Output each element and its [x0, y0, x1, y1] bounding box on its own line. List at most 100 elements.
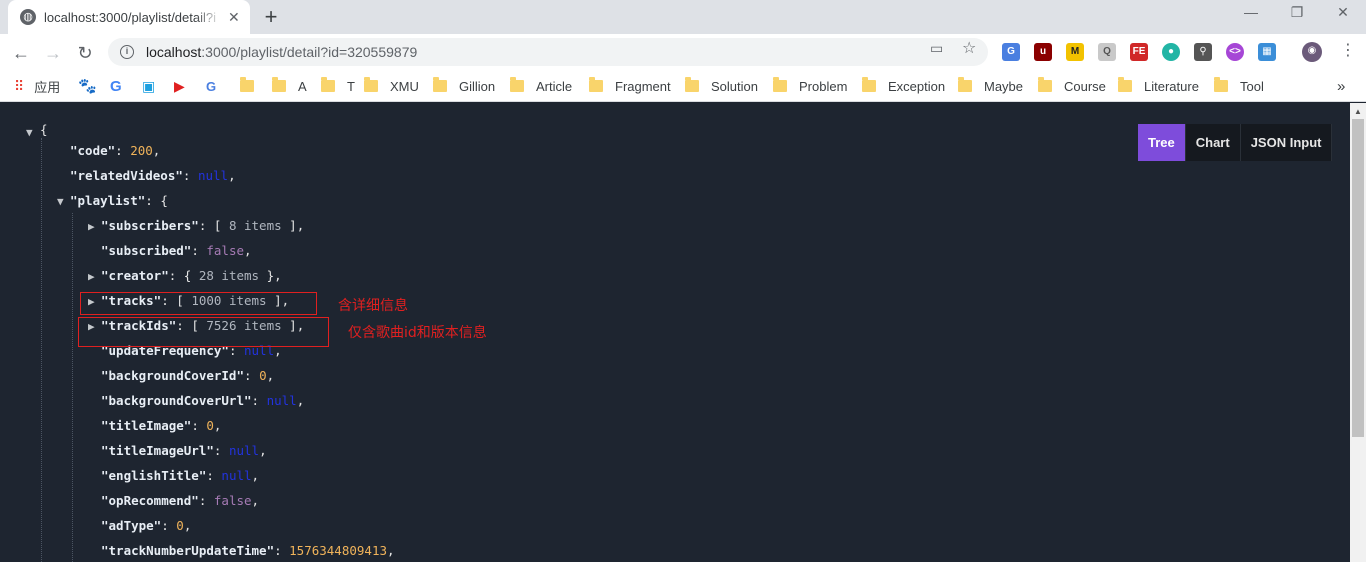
avatar[interactable]: ◉	[1302, 42, 1322, 62]
json-row-englishTitle: "englishTitle": null,	[101, 468, 260, 483]
menu-icon[interactable]: ⋮	[1340, 40, 1356, 60]
bookmark-maybe[interactable]: Maybe	[958, 76, 1023, 96]
bookmark-fragment[interactable]: Fragment	[589, 76, 671, 96]
json-value: 0	[176, 518, 184, 533]
json-key: "trackNumberUpdateTime"	[101, 543, 275, 558]
json-key: "backgroundCoverUrl"	[101, 393, 252, 408]
bilibili-icon[interactable]: ▣	[142, 76, 155, 96]
scrollbar-thumb[interactable]	[1352, 119, 1364, 437]
json-row-opRecommend: "opRecommend": false,	[101, 493, 260, 508]
json-key: "subscribed"	[101, 243, 192, 258]
m-extension-icon[interactable]: M	[1066, 43, 1084, 61]
address-bar[interactable]: i localhost:3000/playlist/detail?id=3205…	[108, 38, 988, 66]
folder-icon	[433, 77, 447, 92]
folder-icon	[240, 77, 254, 92]
youtube-icon[interactable]: ▶	[174, 76, 185, 96]
folder-icon	[321, 77, 335, 92]
json-value: null	[266, 393, 297, 408]
baidu-icon[interactable]: 🐾	[78, 76, 97, 96]
tab-strip: ◍ localhost:3000/playlist/detail?i ✕ + —…	[0, 0, 1366, 34]
grid-extension-icon[interactable]: ▦	[1258, 43, 1276, 61]
ublock-icon[interactable]: u	[1034, 43, 1052, 61]
json-value: 200	[130, 143, 153, 158]
json-value: false	[213, 493, 252, 508]
url-path: :3000/playlist/detail?id=320559879	[201, 44, 418, 60]
tab-close-icon[interactable]: ✕	[228, 9, 240, 26]
tab-title: localhost:3000/playlist/detail?i	[44, 9, 216, 25]
bookmark-gillion[interactable]: Gillion	[433, 76, 495, 96]
expand-creator-icon[interactable]: ▶	[88, 270, 100, 283]
bookmark-label: Course	[1064, 78, 1106, 94]
folder-icon	[862, 77, 876, 92]
collapse-root-icon[interactable]: ▼	[26, 126, 38, 139]
indent-guide	[72, 213, 73, 562]
json-value: 0	[206, 418, 214, 433]
close-window-button[interactable]: ✕	[1320, 4, 1366, 21]
new-tab-button[interactable]: +	[258, 4, 284, 30]
bookmark-label: Article	[536, 78, 573, 94]
json-row-subscribers: "subscribers": [ 8 items ],	[101, 218, 305, 233]
trackIds-annotation: 仅含歌曲id和版本信息	[348, 325, 487, 341]
bookmark-star-icon[interactable]: ☆	[962, 38, 976, 58]
apps-shortcut[interactable]: ⠿ 应用	[14, 76, 60, 96]
json-key: "titleImageUrl"	[101, 443, 214, 458]
folder-icon	[1038, 77, 1052, 92]
browser-toolbar: ← → ↻ i localhost:3000/playlist/detail?i…	[0, 34, 1366, 70]
bookmark-course[interactable]: Course	[1038, 76, 1106, 96]
json-row-creator: "creator": { 28 items },	[101, 268, 282, 283]
bot-extension-icon[interactable]: ●	[1162, 43, 1180, 61]
restore-button[interactable]: ❐	[1274, 4, 1320, 21]
apps-label: 应用	[34, 79, 61, 95]
cast-icon[interactable]: ▭	[930, 40, 943, 57]
tab-tree[interactable]: Tree	[1138, 124, 1186, 161]
code-extension-icon[interactable]: <>	[1226, 43, 1244, 61]
tab-chart[interactable]: Chart	[1186, 124, 1241, 161]
bookmark-solution[interactable]: Solution	[685, 76, 758, 96]
apps-grid-icon: ⠿	[14, 77, 25, 94]
scroll-up-icon[interactable]: ▲	[1354, 107, 1362, 116]
json-key: "subscribers"	[101, 218, 199, 233]
folder-icon	[685, 77, 699, 92]
location-extension-icon[interactable]: ⚲	[1194, 43, 1212, 61]
url-host: localhost	[146, 44, 202, 60]
fe-extension-icon[interactable]: FE	[1130, 43, 1148, 61]
json-key: "backgroundCoverId"	[101, 368, 244, 383]
more-bookmarks-icon[interactable]: »	[1337, 76, 1345, 96]
translate-icon[interactable]: G	[1002, 43, 1020, 61]
indent-guide	[41, 138, 42, 562]
json-row-subscribed: "subscribed": false,	[101, 243, 252, 258]
google-icon[interactable]: G	[110, 76, 122, 96]
json-row-titleImageUrl: "titleImageUrl": null,	[101, 443, 267, 458]
json-row-playlist: "playlist": {	[70, 193, 168, 208]
json-row-relatedVideos: "relatedVideos": null,	[70, 168, 236, 183]
tab-json-input[interactable]: JSON Input	[1241, 124, 1333, 161]
bookmark-exception[interactable]: Exception	[862, 76, 945, 96]
info-icon[interactable]: i	[120, 45, 134, 59]
browser-tab[interactable]: ◍ localhost:3000/playlist/detail?i ✕	[8, 0, 250, 34]
bookmark-article[interactable]: Article	[510, 76, 572, 96]
forward-icon[interactable]: →	[40, 40, 66, 66]
json-row-titleImage: "titleImage": 0,	[101, 418, 222, 433]
bookmark-literature[interactable]: Literature	[1118, 76, 1199, 96]
translate-bookmark-icon[interactable]: G	[206, 76, 216, 96]
bookmark-tool[interactable]: Tool	[1214, 76, 1264, 96]
bookmark-t[interactable]: T	[321, 76, 355, 96]
bookmark-label: Exception	[888, 78, 946, 94]
search-extension-icon[interactable]: Q	[1098, 43, 1116, 61]
bookmark-a[interactable]: A	[272, 76, 307, 96]
expand-subscribers-icon[interactable]: ▶	[88, 220, 100, 233]
reload-icon[interactable]: ↻	[72, 40, 98, 66]
back-icon[interactable]: ←	[8, 40, 34, 66]
bookmark-label: Solution	[711, 78, 758, 94]
collapse-playlist-icon[interactable]: ▼	[57, 195, 69, 208]
json-viewer: ▼ { "code": 200, "relatedVideos": null, …	[0, 103, 1350, 562]
json-open-brace: {	[40, 122, 48, 137]
bookmark-xmu[interactable]: XMU	[364, 76, 419, 96]
minimize-button[interactable]: —	[1228, 4, 1274, 20]
folder-icon	[773, 77, 787, 92]
scrollbar[interactable]: ▲	[1350, 103, 1366, 562]
json-value: null	[228, 443, 260, 458]
folder-bookmark-empty[interactable]	[240, 76, 266, 96]
bookmark-problem[interactable]: Problem	[773, 76, 847, 96]
bookmark-label: Gillion	[459, 78, 496, 94]
